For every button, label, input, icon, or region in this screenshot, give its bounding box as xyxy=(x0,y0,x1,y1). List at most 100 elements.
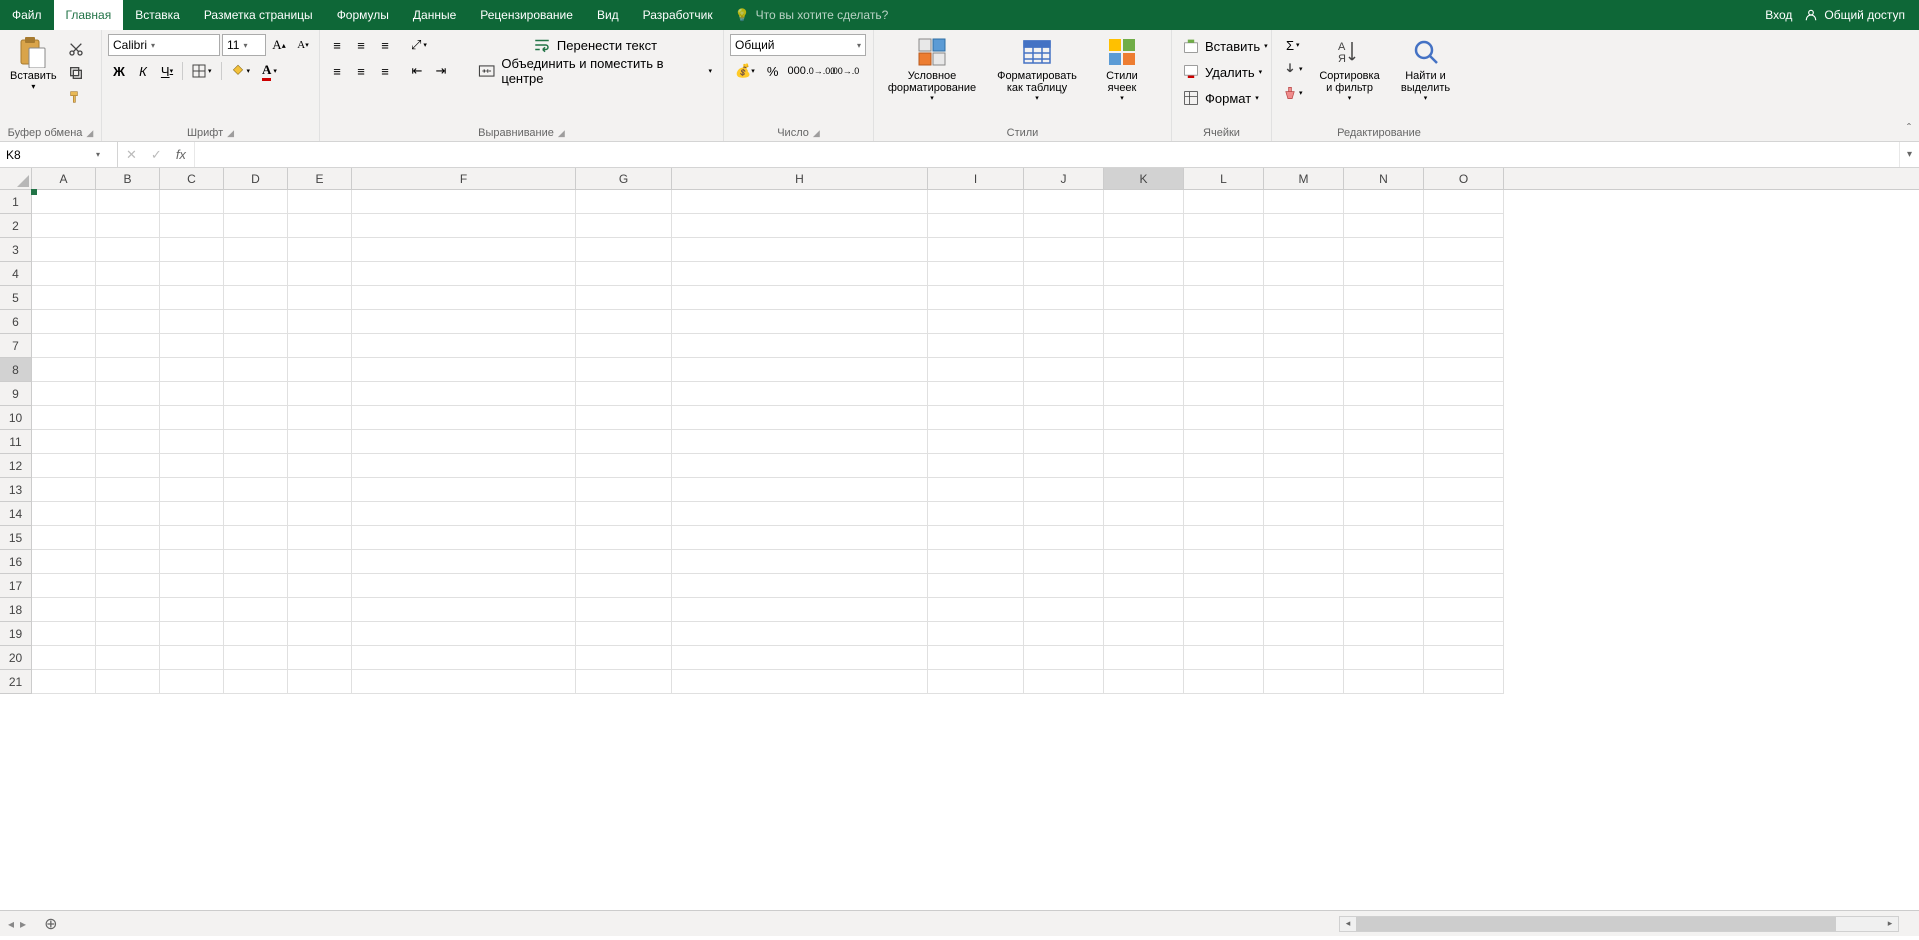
cell-A1[interactable] xyxy=(32,190,96,214)
cell-K20[interactable] xyxy=(1104,646,1184,670)
fill-color-button[interactable]: ▾ xyxy=(226,60,256,82)
cell-M17[interactable] xyxy=(1264,574,1344,598)
cell-I18[interactable] xyxy=(928,598,1024,622)
cell-B18[interactable] xyxy=(96,598,160,622)
cell-G3[interactable] xyxy=(576,238,672,262)
cell-G17[interactable] xyxy=(576,574,672,598)
cell-O21[interactable] xyxy=(1424,670,1504,694)
cell-N19[interactable] xyxy=(1344,622,1424,646)
row-header-9[interactable]: 9 xyxy=(0,382,32,406)
cell-G1[interactable] xyxy=(576,190,672,214)
cell-O14[interactable] xyxy=(1424,502,1504,526)
cell-G16[interactable] xyxy=(576,550,672,574)
delete-cells-button[interactable]: Удалить▾ xyxy=(1178,60,1267,84)
copy-button[interactable] xyxy=(65,62,87,84)
cell-J3[interactable] xyxy=(1024,238,1104,262)
cell-E8[interactable] xyxy=(288,358,352,382)
column-header-I[interactable]: I xyxy=(928,168,1024,189)
cell-I9[interactable] xyxy=(928,382,1024,406)
cell-D8[interactable] xyxy=(224,358,288,382)
cell-O16[interactable] xyxy=(1424,550,1504,574)
cell-D16[interactable] xyxy=(224,550,288,574)
cell-A3[interactable] xyxy=(32,238,96,262)
cell-N8[interactable] xyxy=(1344,358,1424,382)
row-header-16[interactable]: 16 xyxy=(0,550,32,574)
cell-K14[interactable] xyxy=(1104,502,1184,526)
cell-C5[interactable] xyxy=(160,286,224,310)
cell-C2[interactable] xyxy=(160,214,224,238)
cell-G8[interactable] xyxy=(576,358,672,382)
cell-G13[interactable] xyxy=(576,478,672,502)
cell-C9[interactable] xyxy=(160,382,224,406)
row-header-18[interactable]: 18 xyxy=(0,598,32,622)
cell-I21[interactable] xyxy=(928,670,1024,694)
cell-M12[interactable] xyxy=(1264,454,1344,478)
cell-J4[interactable] xyxy=(1024,262,1104,286)
cell-B12[interactable] xyxy=(96,454,160,478)
row-header-8[interactable]: 8 xyxy=(0,358,32,382)
cell-D11[interactable] xyxy=(224,430,288,454)
sheet-nav-last[interactable]: ▸ xyxy=(20,917,26,931)
find-select-button[interactable]: Найти и выделить▾ xyxy=(1392,34,1460,104)
row-header-11[interactable]: 11 xyxy=(0,430,32,454)
cell-A11[interactable] xyxy=(32,430,96,454)
cell-H9[interactable] xyxy=(672,382,928,406)
cell-C20[interactable] xyxy=(160,646,224,670)
ribbon-tab-разработчик[interactable]: Разработчик xyxy=(631,0,725,30)
cell-F9[interactable] xyxy=(352,382,576,406)
fill-button[interactable]: ▾ xyxy=(1278,58,1308,80)
insert-cells-button[interactable]: Вставить▾ xyxy=(1178,34,1273,58)
align-left-button[interactable]: ≡ xyxy=(326,60,348,82)
cell-M2[interactable] xyxy=(1264,214,1344,238)
cell-E20[interactable] xyxy=(288,646,352,670)
sort-filter-button[interactable]: АЯ Сортировка и фильтр▾ xyxy=(1312,34,1388,104)
row-header-13[interactable]: 13 xyxy=(0,478,32,502)
cell-N12[interactable] xyxy=(1344,454,1424,478)
cell-H13[interactable] xyxy=(672,478,928,502)
cell-M6[interactable] xyxy=(1264,310,1344,334)
cell-C13[interactable] xyxy=(160,478,224,502)
name-box[interactable]: ▾ xyxy=(0,142,118,167)
row-header-3[interactable]: 3 xyxy=(0,238,32,262)
cell-L3[interactable] xyxy=(1184,238,1264,262)
cell-O6[interactable] xyxy=(1424,310,1504,334)
cell-N4[interactable] xyxy=(1344,262,1424,286)
cell-F10[interactable] xyxy=(352,406,576,430)
number-format-dropdown[interactable]: Общий▾ xyxy=(730,34,866,56)
column-header-L[interactable]: L xyxy=(1184,168,1264,189)
cell-J1[interactable] xyxy=(1024,190,1104,214)
cell-J17[interactable] xyxy=(1024,574,1104,598)
comma-format-button[interactable]: 000 xyxy=(786,60,808,82)
cell-F15[interactable] xyxy=(352,526,576,550)
cell-G21[interactable] xyxy=(576,670,672,694)
cell-J13[interactable] xyxy=(1024,478,1104,502)
cell-N15[interactable] xyxy=(1344,526,1424,550)
cell-O20[interactable] xyxy=(1424,646,1504,670)
cell-K9[interactable] xyxy=(1104,382,1184,406)
cell-K15[interactable] xyxy=(1104,526,1184,550)
cell-L8[interactable] xyxy=(1184,358,1264,382)
name-box-dropdown[interactable]: ▾ xyxy=(90,150,106,159)
cell-D14[interactable] xyxy=(224,502,288,526)
cell-H6[interactable] xyxy=(672,310,928,334)
cell-F5[interactable] xyxy=(352,286,576,310)
cell-K7[interactable] xyxy=(1104,334,1184,358)
wrap-text-button[interactable]: Перенести текст xyxy=(473,34,717,56)
font-size-dropdown[interactable]: 11▾ xyxy=(222,34,266,56)
cell-B14[interactable] xyxy=(96,502,160,526)
cell-J2[interactable] xyxy=(1024,214,1104,238)
cell-K8[interactable] xyxy=(1104,358,1184,382)
cell-F16[interactable] xyxy=(352,550,576,574)
cell-L17[interactable] xyxy=(1184,574,1264,598)
column-header-B[interactable]: B xyxy=(96,168,160,189)
cell-N13[interactable] xyxy=(1344,478,1424,502)
cell-E17[interactable] xyxy=(288,574,352,598)
cut-button[interactable] xyxy=(65,38,87,60)
cell-N6[interactable] xyxy=(1344,310,1424,334)
cell-A8[interactable] xyxy=(32,358,96,382)
cell-C10[interactable] xyxy=(160,406,224,430)
cell-A12[interactable] xyxy=(32,454,96,478)
cell-E7[interactable] xyxy=(288,334,352,358)
cell-N3[interactable] xyxy=(1344,238,1424,262)
cell-J14[interactable] xyxy=(1024,502,1104,526)
